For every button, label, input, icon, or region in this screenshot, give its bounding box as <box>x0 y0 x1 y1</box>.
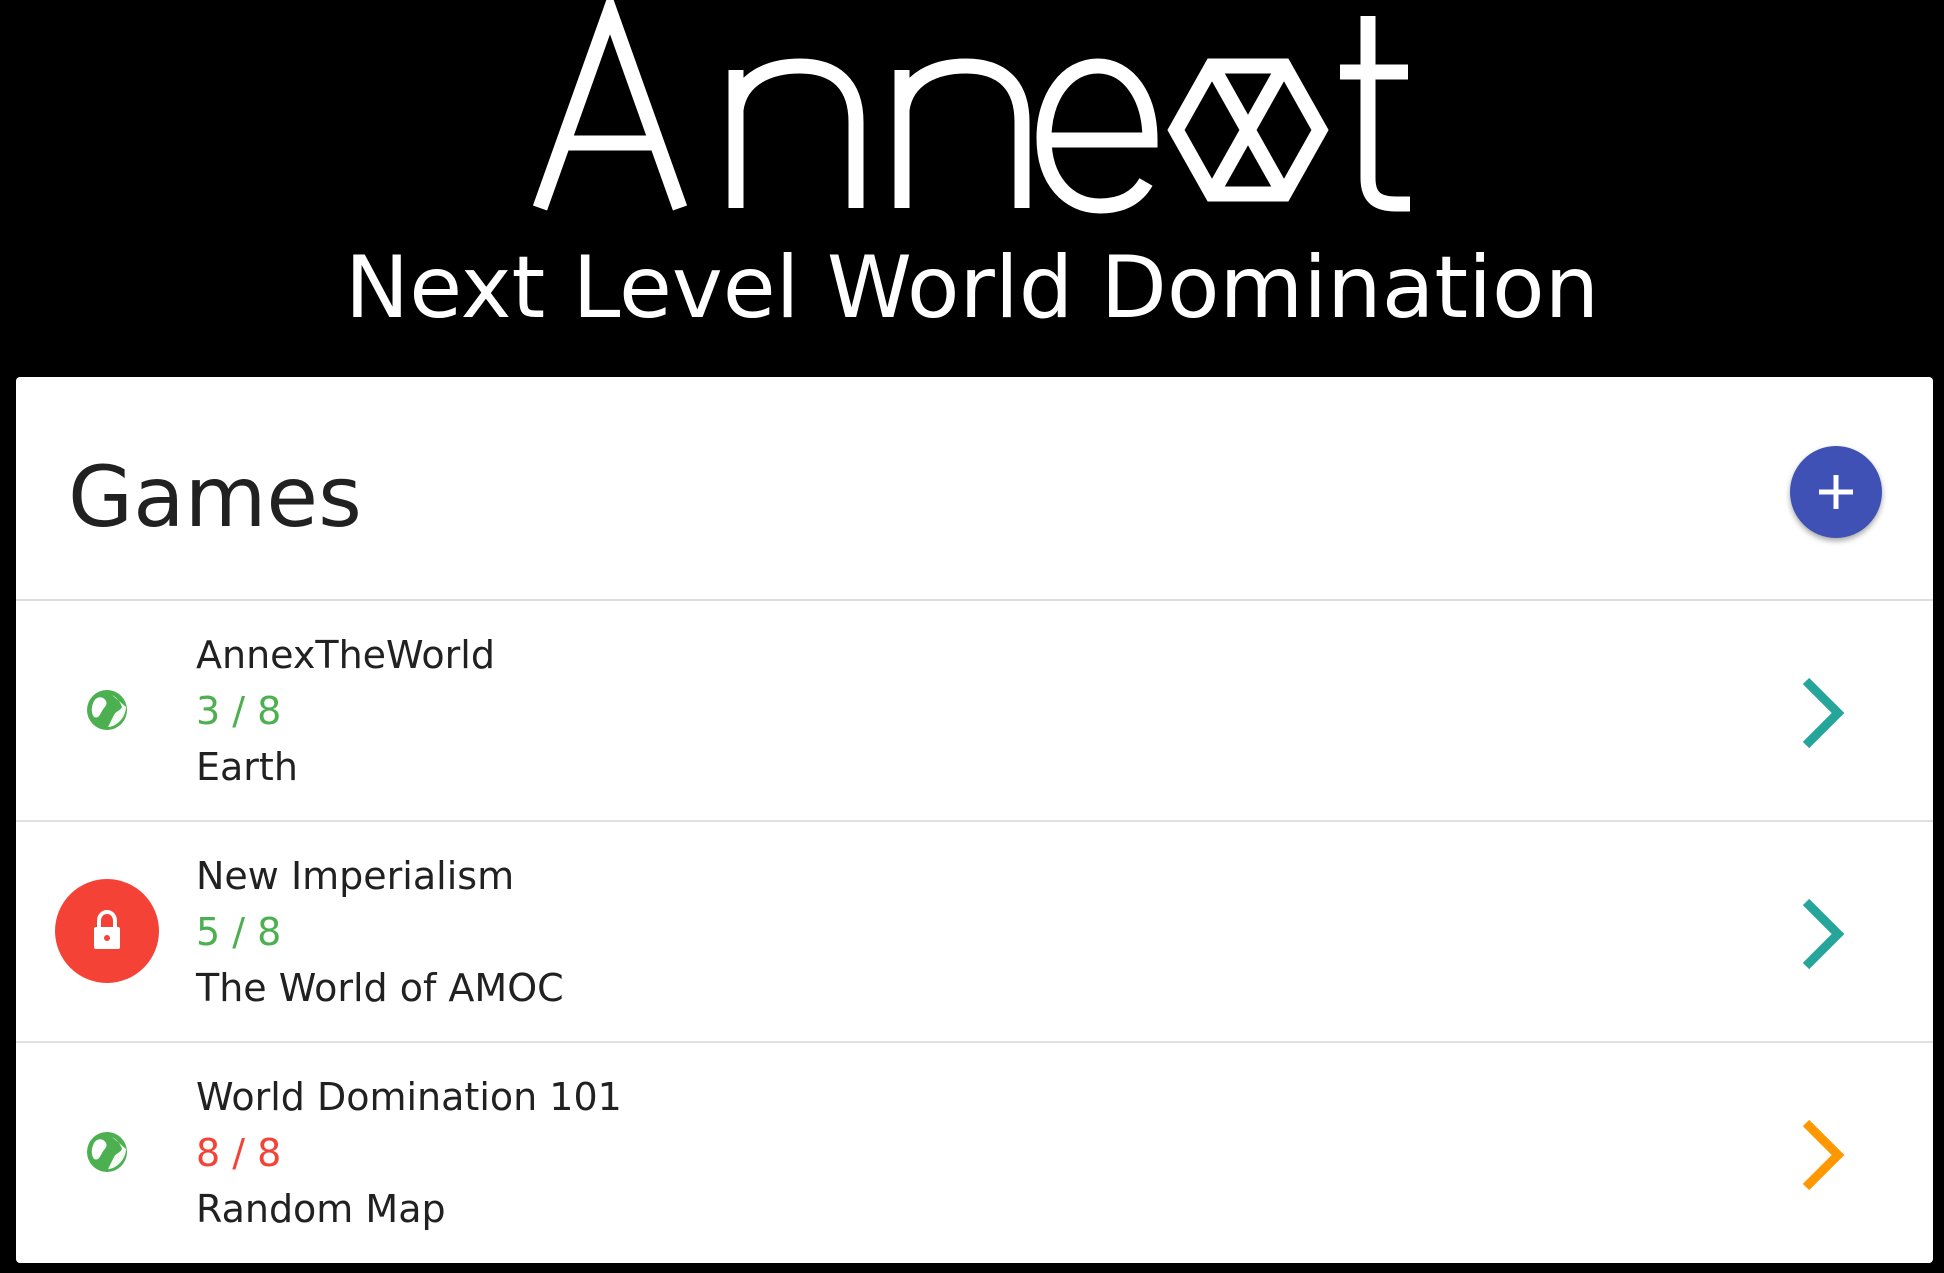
game-row[interactable]: New Imperialism 5 / 8 The World of AMOC <box>16 822 1933 1043</box>
game-row[interactable]: AnnexTheWorld 3 / 8 Earth <box>16 601 1933 822</box>
game-name: New Imperialism <box>196 854 515 898</box>
lock-icon <box>55 879 159 983</box>
game-row[interactable]: World Domination 101 8 / 8 Random Map <box>16 1043 1933 1262</box>
chevron-right-icon[interactable] <box>1792 673 1852 753</box>
game-status-icon <box>54 1099 160 1205</box>
map-name: The World of AMOC <box>196 966 564 1010</box>
player-count: 3 / 8 <box>196 689 282 733</box>
annext-logo <box>532 0 1410 214</box>
map-name: Earth <box>196 745 298 789</box>
games-card-header: Games <box>16 377 1933 601</box>
globe-icon <box>87 690 127 730</box>
games-title: Games <box>68 448 362 546</box>
player-count: 8 / 8 <box>196 1131 282 1175</box>
game-status-icon <box>54 878 160 984</box>
tagline: Next Level World Domination <box>344 238 1600 338</box>
game-name: World Domination 101 <box>196 1075 622 1119</box>
game-name: AnnexTheWorld <box>196 633 495 677</box>
plus-icon <box>1819 475 1853 509</box>
map-name: Random Map <box>196 1187 446 1231</box>
app-header: Next Level World Domination <box>0 0 1944 375</box>
globe-icon <box>87 1132 127 1172</box>
games-card: Games AnnexTheWorld 3 / 8 Earth New Impe… <box>16 377 1933 1263</box>
player-count: 5 / 8 <box>196 910 282 954</box>
add-game-button[interactable] <box>1790 446 1882 538</box>
game-status-icon <box>54 657 160 763</box>
chevron-right-icon[interactable] <box>1792 1115 1852 1195</box>
chevron-right-icon[interactable] <box>1792 894 1852 974</box>
